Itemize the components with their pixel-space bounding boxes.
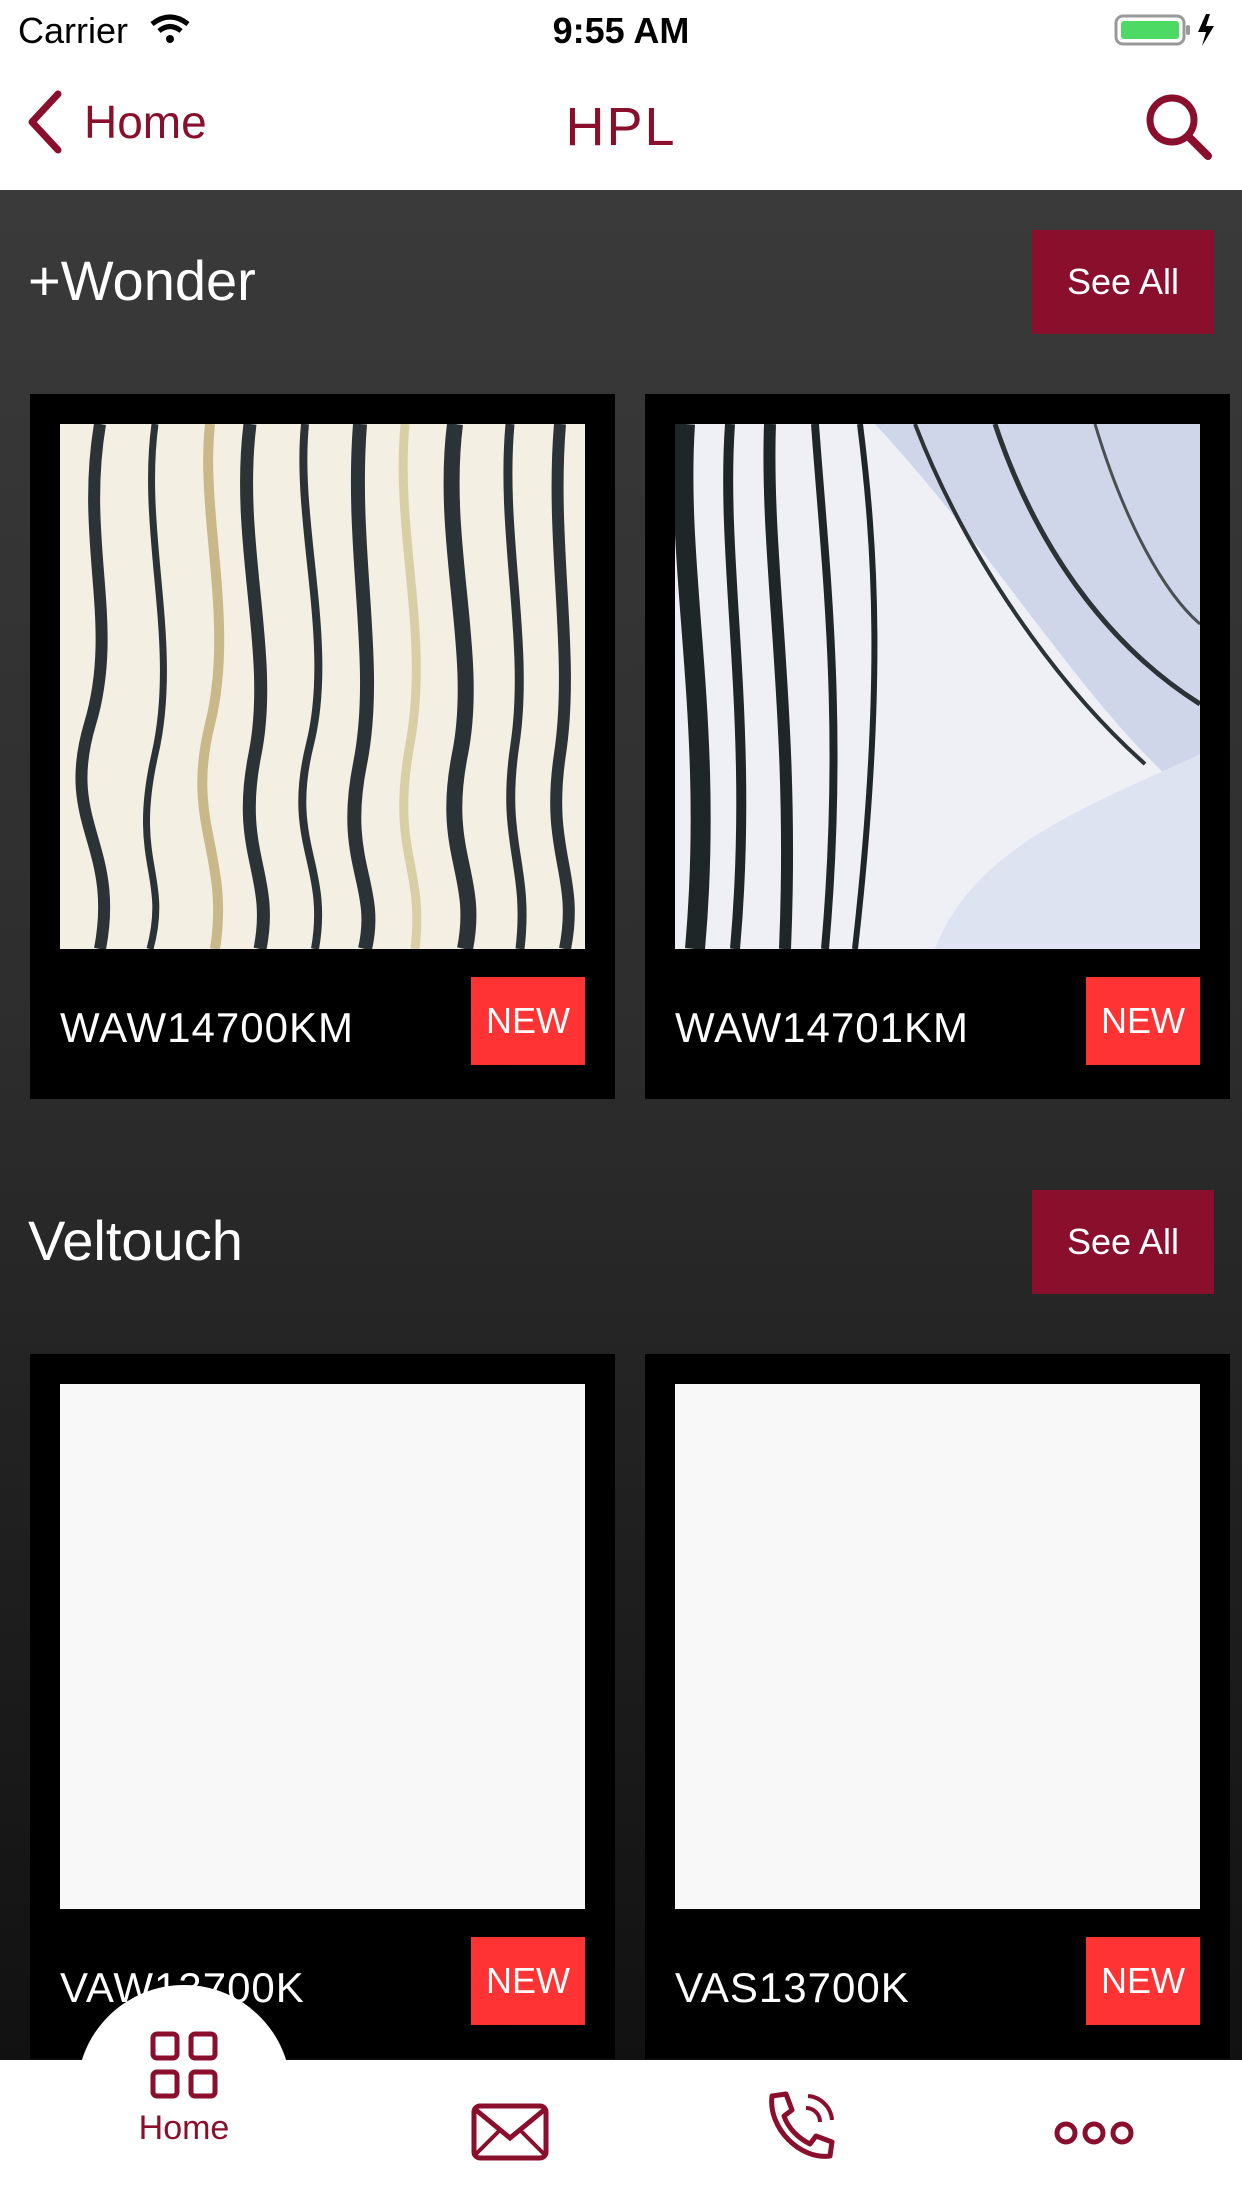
section-title: Veltouch: [28, 1209, 243, 1272]
section-title: +Wonder: [28, 249, 256, 312]
product-code: VAS13700K: [675, 1964, 910, 2011]
navigation-bar: Home HPL: [0, 62, 1242, 192]
new-badge: NEW: [471, 977, 585, 1065]
section-veltouch: Veltouch See All VAW13700K NEW VAS13700K…: [0, 1150, 1242, 2060]
section-wonder: +Wonder See All WAW14700KM NEW WAW14701K…: [0, 190, 1242, 1150]
tab-more[interactable]: [1054, 2118, 1134, 2153]
new-badge: NEW: [471, 1937, 585, 2025]
tab-home[interactable]: Home: [77, 2030, 291, 2148]
see-all-button[interactable]: See All: [1032, 230, 1214, 334]
new-badge: NEW: [1086, 1937, 1200, 2025]
tab-mail[interactable]: [470, 2102, 550, 2167]
tab-call[interactable]: [760, 2088, 840, 2173]
product-code: WAW14701KM: [675, 1004, 969, 1051]
product-card[interactable]: WAW14701KM NEW: [645, 394, 1230, 1099]
clock: 9:55 AM: [552, 10, 690, 51]
tab-home-label: Home: [138, 2109, 230, 2147]
catalog-content[interactable]: +Wonder See All WAW14700KM NEW WAW14701K…: [0, 190, 1242, 2060]
product-code: WAW14700KM: [60, 1004, 354, 1051]
status-bar: Carrier 9:55 AM: [0, 0, 1242, 62]
product-card[interactable]: WAW14700KM NEW: [30, 394, 615, 1099]
mail-icon: [471, 2103, 549, 2161]
page-title: HPL: [565, 97, 677, 157]
product-image: [675, 424, 1200, 949]
product-card[interactable]: VAS13700K NEW: [645, 1354, 1230, 2059]
product-card[interactable]: VAW13700K NEW: [30, 1354, 615, 2059]
product-image: [675, 1384, 1200, 1909]
search-button[interactable]: [1142, 90, 1214, 167]
battery-icon: [1114, 12, 1224, 53]
phone-icon: [769, 2091, 835, 2159]
more-icon: [1054, 2121, 1134, 2145]
grid-icon: [150, 2031, 218, 2099]
see-all-button[interactable]: See All: [1032, 1190, 1214, 1294]
product-image: [60, 1384, 585, 1909]
search-icon: [1146, 94, 1212, 160]
new-badge: NEW: [1086, 977, 1200, 1065]
product-image: [60, 424, 585, 949]
